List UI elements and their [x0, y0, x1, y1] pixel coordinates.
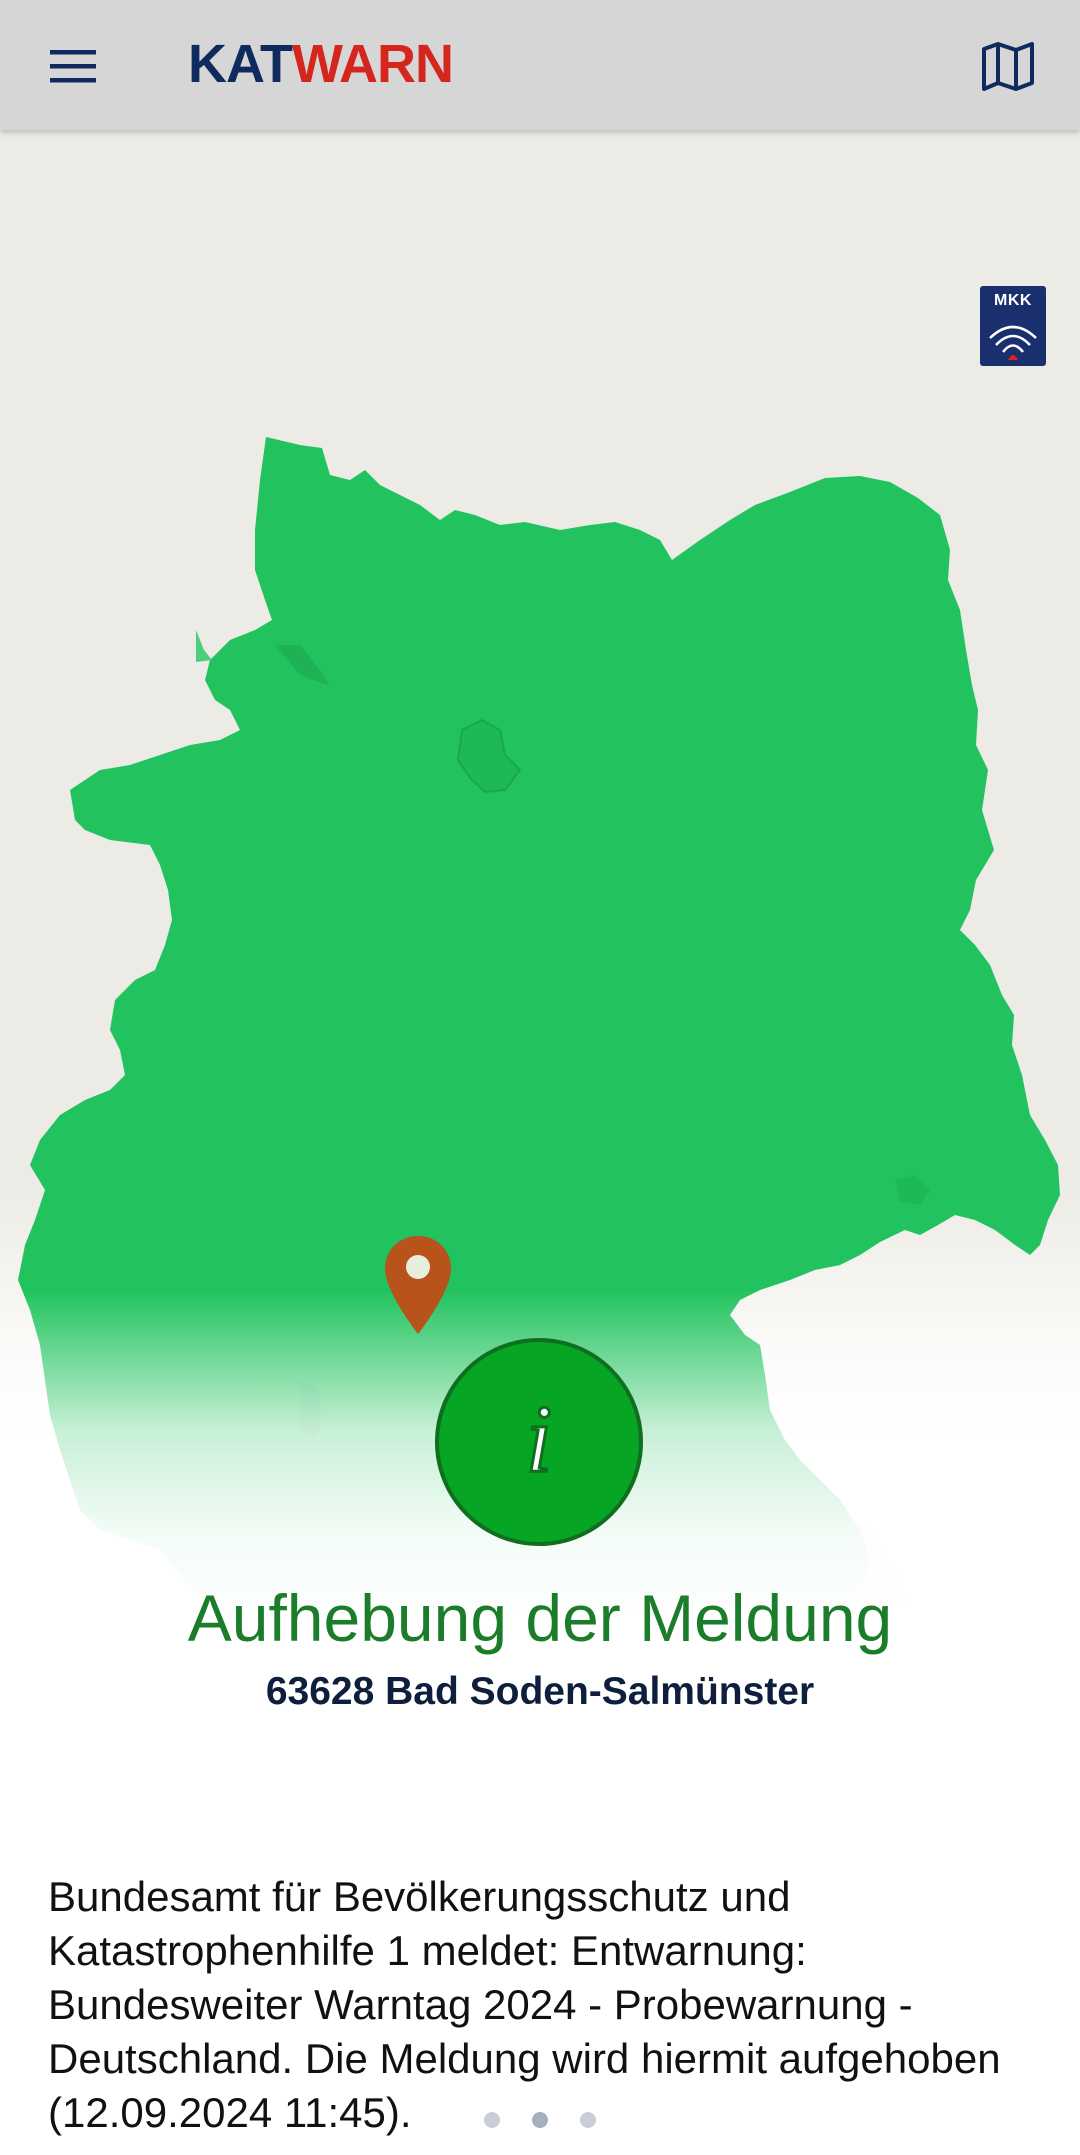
germany-map-graphic — [18, 437, 1060, 1770]
app-header: KAT WARN — [0, 0, 1080, 130]
logo-part-kat: KAT — [188, 34, 293, 94]
broadcast-signal-icon — [989, 325, 1037, 360]
page-dot-3[interactable] — [580, 2112, 596, 2128]
alert-location: 63628 Bad Soden-Salmünster — [265, 1670, 815, 1713]
page-dot-2[interactable] — [532, 2112, 548, 2128]
mkk-badge-button[interactable]: MKK — [980, 286, 1046, 366]
pagination-dots[interactable] — [0, 2112, 1080, 2128]
map-book-icon — [982, 42, 1034, 91]
info-status-button[interactable]: i — [435, 1338, 643, 1546]
logo-part-warn: WARN — [291, 34, 454, 94]
app-root: KAT WARN MKK i Aufhebung der Meldung 636… — [0, 0, 1080, 2155]
mkk-badge-label: MKK — [994, 292, 1032, 309]
alert-message: Bundesamt für Bevölkerungsschutz und Kat… — [48, 1873, 1001, 2136]
alert-title: Aufhebung der Meldung — [187, 1581, 893, 1655]
katwarn-logo: KAT WARN — [188, 24, 454, 104]
menu-button[interactable] — [30, 22, 118, 110]
page-dot-1[interactable] — [484, 2112, 500, 2128]
hamburger-menu-icon — [50, 50, 96, 83]
alert-map[interactable]: MKK — [0, 130, 1080, 1930]
map-view-button[interactable] — [964, 22, 1052, 110]
info-icon: i — [524, 1385, 554, 1492]
location-pin-icon — [385, 1236, 451, 1334]
